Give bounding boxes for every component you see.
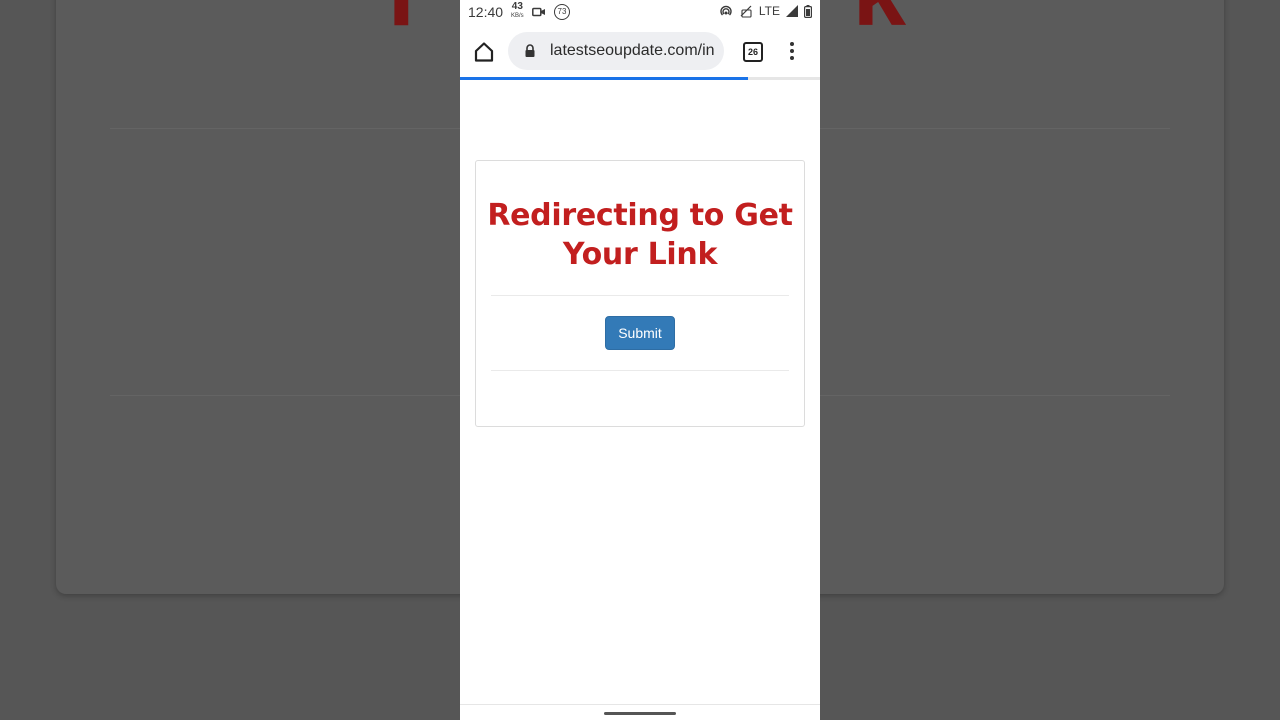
tab-count: 26 bbox=[747, 47, 758, 57]
browser-toolbar: latestseoupdate.com/in 26 bbox=[460, 24, 820, 78]
home-icon[interactable] bbox=[472, 40, 496, 64]
hotspot-icon bbox=[720, 5, 732, 16]
status-right-icons: LTE bbox=[719, 4, 812, 18]
page-load-progress-fill bbox=[460, 77, 748, 80]
redirect-card: Redirecting to Get Your Link Submit bbox=[475, 160, 805, 427]
gesture-handle[interactable] bbox=[604, 712, 676, 715]
notification-badge: 73 bbox=[554, 4, 570, 20]
network-type: LTE bbox=[758, 4, 780, 18]
network-speed-value: 43 bbox=[511, 1, 523, 12]
lock-icon bbox=[525, 44, 535, 57]
divider bbox=[491, 295, 789, 296]
battery-icon bbox=[804, 4, 812, 18]
page-heading: Redirecting to Get Your Link bbox=[487, 198, 793, 272]
address-bar[interactable]: latestseoupdate.com/in bbox=[508, 32, 724, 70]
phone-screen: 12:40 43 KB/s 73 LTE latestseoupdate.com… bbox=[460, 0, 820, 720]
video-camera-icon bbox=[532, 7, 545, 17]
volte-icon bbox=[740, 5, 752, 18]
signal-icon bbox=[786, 5, 798, 17]
system-nav-bar bbox=[460, 704, 820, 720]
divider bbox=[491, 370, 789, 371]
notification-badge-number: 73 bbox=[557, 7, 567, 16]
tab-switcher-button[interactable]: 26 bbox=[743, 42, 763, 62]
background-title-fragment-left: T bbox=[372, 0, 433, 46]
status-bar: 12:40 43 KB/s 73 LTE bbox=[460, 0, 820, 24]
background-title-fragment-right: k bbox=[853, 0, 908, 46]
more-menu-icon[interactable] bbox=[788, 42, 796, 62]
url-text[interactable]: latestseoupdate.com/in bbox=[550, 42, 716, 60]
network-speed-unit: KB/s bbox=[511, 13, 524, 19]
network-speed: 43 KB/s bbox=[511, 1, 524, 20]
status-left-icons: 73 bbox=[532, 4, 570, 20]
status-time: 12:40 bbox=[468, 4, 504, 20]
page-load-progress bbox=[460, 77, 820, 80]
submit-button[interactable]: Submit bbox=[605, 316, 675, 350]
